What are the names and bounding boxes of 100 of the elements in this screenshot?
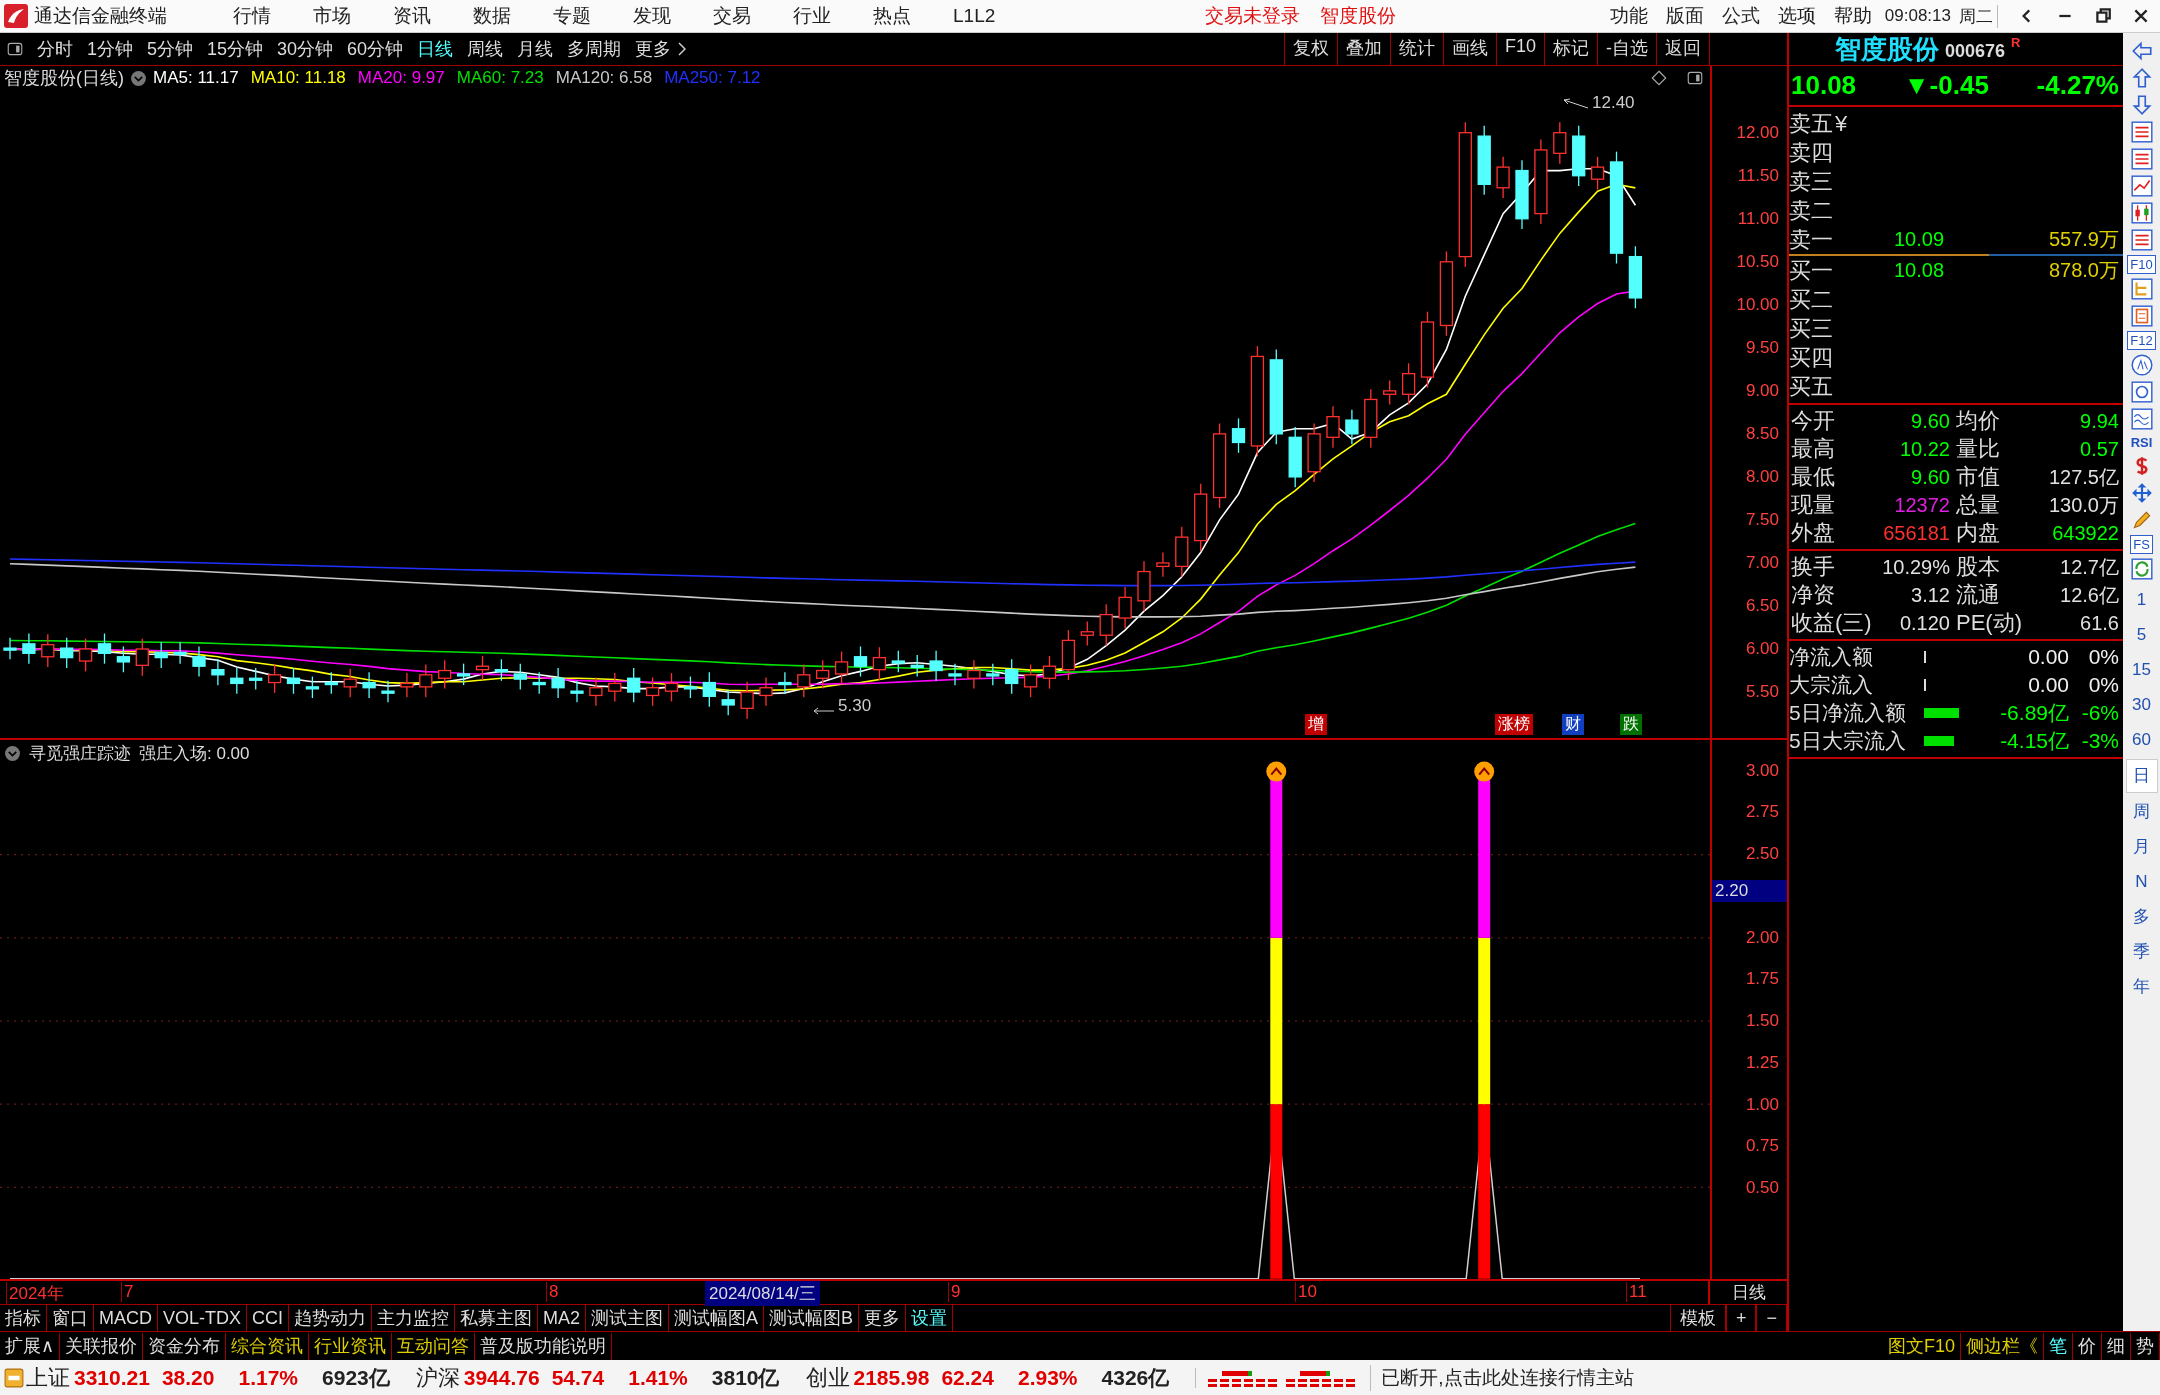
candlestick-icon[interactable] <box>2129 201 2154 225</box>
tool-button[interactable]: 统计 <box>1389 33 1443 65</box>
menu-item[interactable]: 公式 <box>1721 3 1760 29</box>
panel-toggle-icon[interactable] <box>1686 69 1704 87</box>
indicator-tab[interactable]: CCI <box>247 1305 289 1332</box>
period-tab[interactable]: 15分钟 <box>207 37 264 61</box>
period-tab[interactable]: 1分钟 <box>87 37 133 61</box>
sidebar-period[interactable]: 年 <box>2133 971 2150 1003</box>
indicator-tab[interactable]: VOL-TDX <box>158 1305 247 1332</box>
info-tab[interactable]: 资金分布 <box>143 1332 227 1360</box>
tool-button[interactable]: F10 <box>1495 33 1544 65</box>
period-tab[interactable]: 60分钟 <box>347 37 404 61</box>
info-tab[interactable]: 互动问答 <box>392 1332 476 1360</box>
close-icon[interactable] <box>2132 7 2150 25</box>
sidebar-period[interactable]: 季 <box>2133 936 2150 968</box>
menu-item[interactable]: 功能 <box>1609 3 1648 29</box>
period-tab[interactable]: 多周期 <box>567 37 622 61</box>
template-button[interactable]: − <box>1756 1305 1787 1332</box>
tool-button[interactable]: 标记 <box>1544 33 1597 65</box>
menu-item[interactable]: 数据 <box>473 3 511 29</box>
tool-button[interactable]: 画线 <box>1442 33 1496 65</box>
menu-item[interactable]: 版面 <box>1665 3 1704 29</box>
event-marker[interactable]: 涨榜 <box>1495 714 1533 735</box>
indicator-tab[interactable]: 设置 <box>906 1305 954 1332</box>
event-marker[interactable]: 增 <box>1305 714 1327 735</box>
wave-chart-icon[interactable] <box>2129 407 2154 431</box>
template-button[interactable]: + <box>1725 1305 1757 1332</box>
indicator-tab[interactable]: MACD <box>94 1305 158 1332</box>
side-tab[interactable]: 势 <box>2131 1332 2160 1360</box>
template-button[interactable]: 模板 <box>1669 1305 1726 1332</box>
menu-item[interactable]: 交易 <box>713 3 751 29</box>
menu-item[interactable]: 热点 <box>873 3 911 29</box>
restore-icon[interactable] <box>2094 7 2112 25</box>
sidebar-period[interactable]: 1 <box>2136 584 2147 616</box>
side-tab[interactable]: 价 <box>2073 1332 2102 1360</box>
period-tab[interactable]: 分时 <box>37 37 73 61</box>
document-icon[interactable] <box>2129 304 2154 328</box>
sidebar-period[interactable]: 5 <box>2136 619 2147 651</box>
side-tab[interactable]: 笔 <box>2044 1332 2073 1360</box>
tool-button[interactable]: 返回 <box>1656 33 1710 65</box>
period-tab[interactable]: 日线 <box>417 37 454 61</box>
info-tab[interactable]: 扩展∧ <box>0 1332 61 1360</box>
period-tab[interactable]: 30分钟 <box>277 37 334 61</box>
sidebar-period[interactable]: 15 <box>2132 654 2151 686</box>
period-tab[interactable]: 周线 <box>467 37 504 61</box>
list-icon[interactable] <box>2129 228 2154 252</box>
indicator-tab[interactable]: 测试幅图B <box>764 1305 860 1332</box>
indicator-tab[interactable]: 主力监控 <box>372 1305 455 1332</box>
sidebar-period[interactable]: 30 <box>2132 689 2151 721</box>
refresh-icon[interactable] <box>2129 557 2154 581</box>
side-tab[interactable]: 图文F10 <box>1882 1332 1961 1360</box>
indicator-tab[interactable]: MA2 <box>538 1305 587 1332</box>
period-tab[interactable]: 5分钟 <box>147 37 194 61</box>
menu-item[interactable]: L1L2 <box>953 5 996 27</box>
menu-item[interactable]: 行情 <box>233 3 271 29</box>
sidebar-button[interactable]: RSI <box>2128 434 2155 451</box>
menu-item[interactable]: 行业 <box>793 3 831 29</box>
sidebar-button[interactable]: F10 <box>2127 255 2156 274</box>
indicator-tab[interactable]: 测试主图 <box>586 1305 670 1332</box>
info-tab[interactable]: 普及版功能说明 <box>475 1332 613 1360</box>
sidebar-button[interactable]: FS <box>2130 535 2153 554</box>
diamond-icon[interactable] <box>1650 69 1668 87</box>
info-tab[interactable]: 关联报价 <box>60 1332 144 1360</box>
period-tab[interactable]: 月线 <box>517 37 554 61</box>
menu-item[interactable]: 帮助 <box>1833 3 1872 29</box>
menu-item[interactable]: 发现 <box>633 3 671 29</box>
menu-item[interactable]: 资讯 <box>393 3 431 29</box>
dropdown-icon[interactable] <box>4 745 21 762</box>
alert-link[interactable]: 交易未登录 <box>1205 3 1301 29</box>
alert-link[interactable]: 智度股份 <box>1320 3 1397 29</box>
side-tab[interactable]: 侧边栏《 <box>1961 1332 2044 1360</box>
indicator-tab[interactable]: 窗口 <box>47 1305 94 1332</box>
indicator-tab[interactable]: 更多 <box>859 1305 907 1332</box>
side-tab[interactable]: 细 <box>2102 1332 2131 1360</box>
sidebar-period[interactable]: 月 <box>2133 831 2150 863</box>
event-marker[interactable]: 财 <box>1562 714 1584 735</box>
sidebar-period[interactable]: 多 <box>2133 901 2150 933</box>
panel-toggle-icon[interactable] <box>6 40 24 58</box>
info-tab[interactable]: 行业资讯 <box>309 1332 393 1360</box>
indicator-tab[interactable]: 测试幅图A <box>669 1305 765 1332</box>
sidebar-period[interactable]: N <box>2135 866 2148 898</box>
tool-button[interactable]: 叠加 <box>1336 33 1390 65</box>
menu-item[interactable]: 选项 <box>1777 3 1816 29</box>
event-marker[interactable]: 跌 <box>1620 714 1642 735</box>
dropdown-icon[interactable] <box>130 69 147 87</box>
indicator-tab[interactable]: 趋势动力 <box>289 1305 372 1332</box>
connection-message[interactable]: 已断开,点击此处连接行情主站 <box>1370 1364 1634 1391</box>
more-link[interactable]: 更多 <box>635 37 672 61</box>
menu-item[interactable]: 专题 <box>553 3 591 29</box>
indicator-tab[interactable]: 指标 <box>0 1305 47 1332</box>
info-tab[interactable]: 综合资讯 <box>226 1332 310 1360</box>
tool-button[interactable]: 复权 <box>1283 33 1337 65</box>
indicator-tab[interactable]: 私募主图 <box>455 1305 538 1332</box>
sidebar-period[interactable]: 周 <box>2133 796 2150 828</box>
line-chart-icon[interactable] <box>2129 174 2154 198</box>
sidebar-button[interactable]: F12 <box>2127 331 2156 350</box>
sidebar-period[interactable]: 60 <box>2132 724 2151 756</box>
sidebar-period[interactable]: 日 <box>2125 759 2158 793</box>
menu-item[interactable]: 市场 <box>313 3 351 29</box>
tool-button[interactable]: -自选 <box>1597 33 1656 65</box>
